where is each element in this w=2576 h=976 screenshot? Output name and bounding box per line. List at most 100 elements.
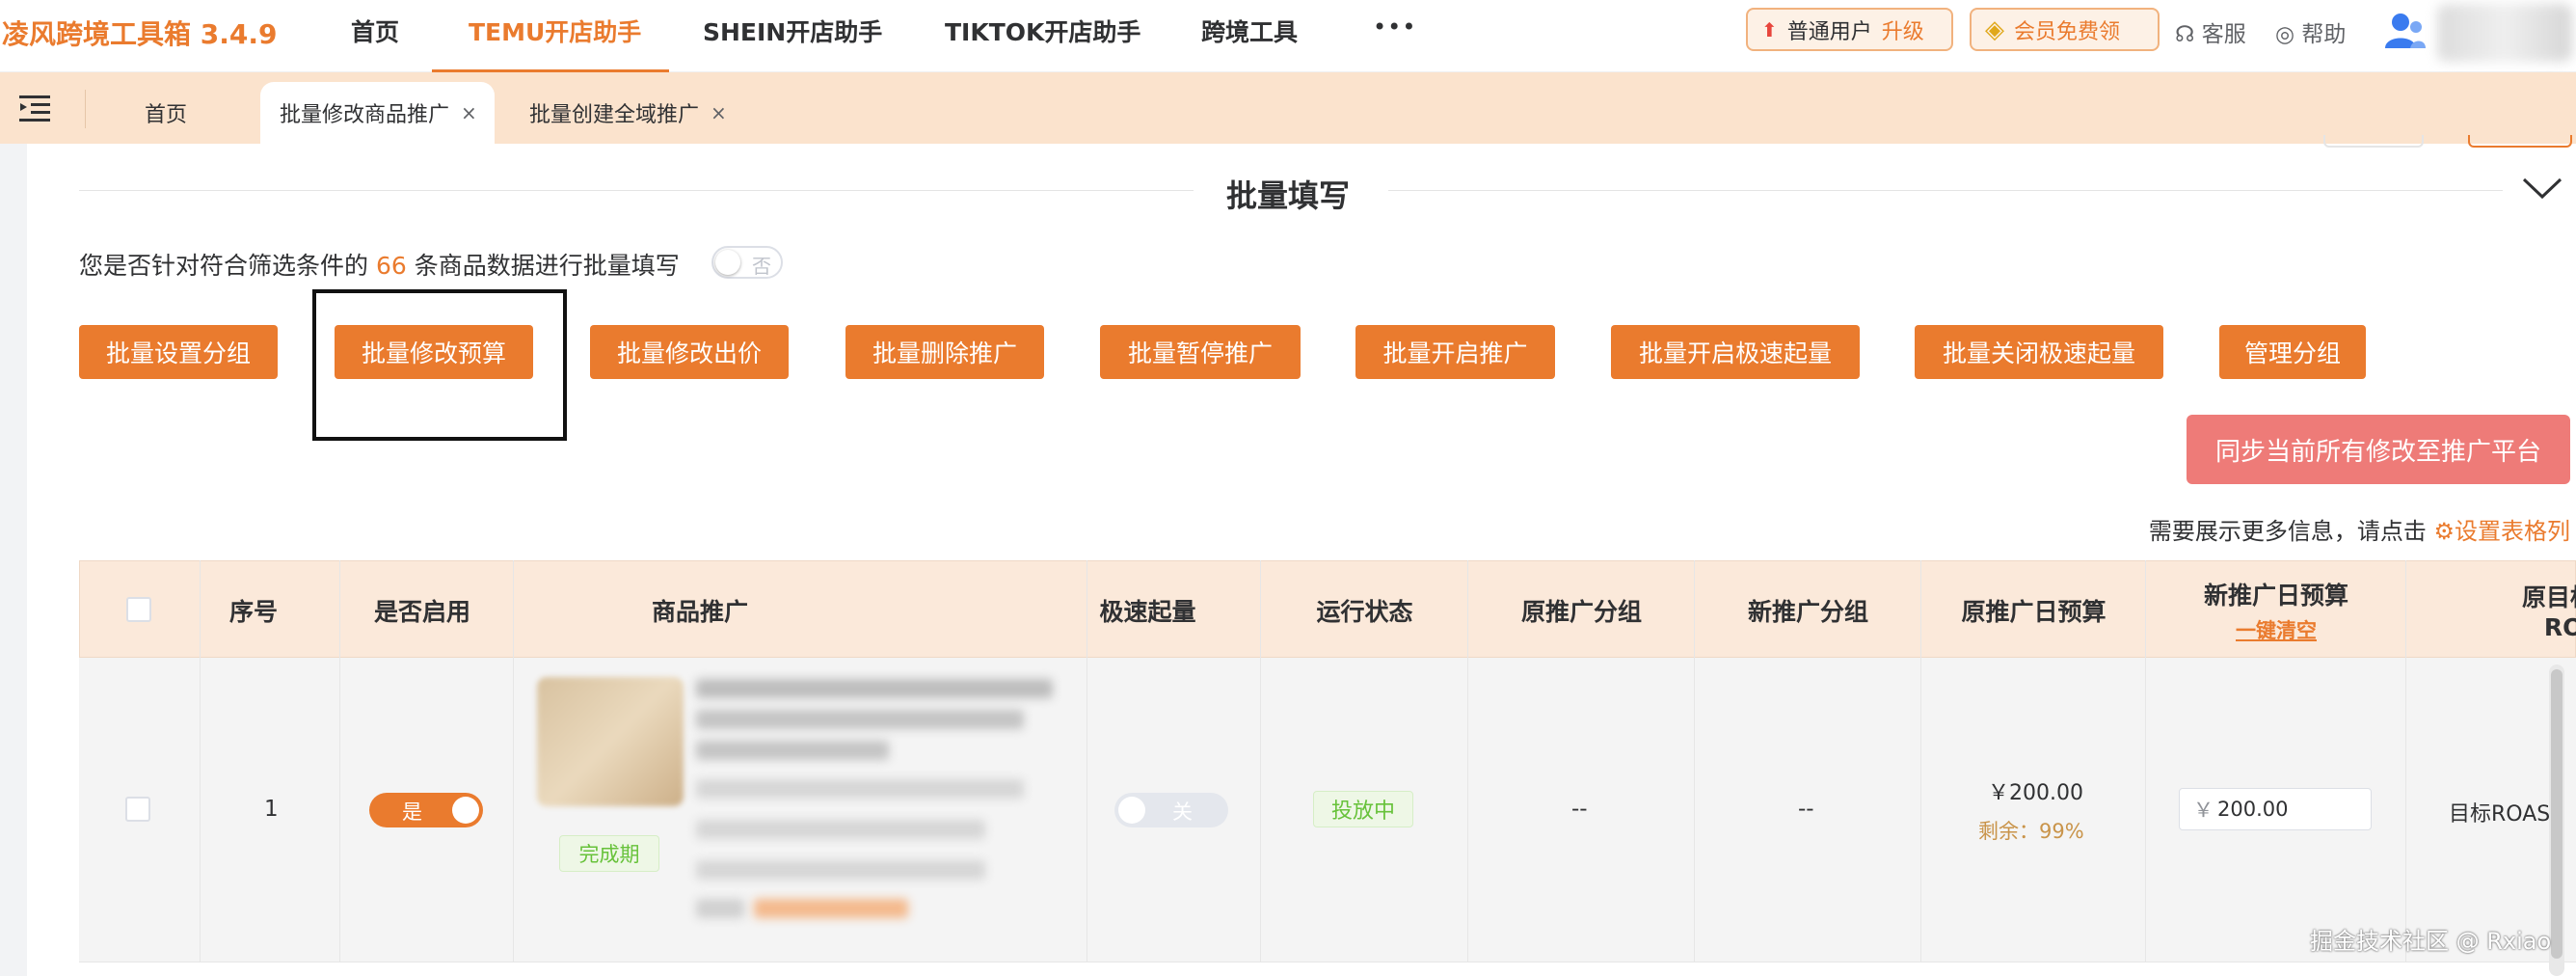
upload-icon: ⬆ bbox=[1761, 17, 1778, 41]
col-header-old-group: 原推广分组 bbox=[1520, 597, 1642, 626]
col-header-index: 序号 bbox=[228, 597, 278, 626]
batch-pause-promotion-button[interactable]: 批量暂停推广 bbox=[1100, 325, 1301, 379]
batch-disable-speed-button[interactable]: 批量关闭极速起量 bbox=[1915, 325, 2163, 379]
product-price-redacted bbox=[754, 899, 908, 918]
batch-enable-speed-button[interactable]: 批量开启极速起量 bbox=[1611, 325, 1860, 379]
nav-temu[interactable]: TEMU开店助手 bbox=[469, 14, 641, 48]
col-header-new-group: 新推广分组 bbox=[1747, 597, 1868, 626]
sync-to-platform-button[interactable]: 同步当前所有修改至推广平台 bbox=[2187, 415, 2570, 484]
product-meta-redacted bbox=[696, 899, 744, 918]
row-index: 1 bbox=[264, 797, 279, 822]
batch-start-promotion-button[interactable]: 批量开启推广 bbox=[1355, 325, 1555, 379]
tab-bar: 首页 批量修改商品推广 × 批量创建全域推广 × bbox=[0, 72, 2576, 144]
user-level-label: 普通用户 bbox=[1786, 19, 1872, 44]
help-link[interactable]: ◎ 帮助 bbox=[2275, 15, 2346, 48]
product-title-redacted bbox=[696, 710, 1024, 729]
chevron-down-icon[interactable] bbox=[2522, 174, 2563, 201]
question-suffix: 条商品数据进行批量填写 bbox=[414, 252, 680, 280]
select-all-checkbox[interactable] bbox=[126, 597, 151, 622]
currency-symbol: ￥ bbox=[2193, 799, 2214, 822]
product-image-blurred[interactable] bbox=[537, 677, 684, 806]
diamond-icon: ◈ bbox=[1985, 14, 2004, 44]
help-label: 帮助 bbox=[2301, 22, 2347, 47]
tab-batch-create-promotion[interactable]: 批量创建全域推广 × bbox=[529, 82, 727, 144]
col-header-speed: 极速起量 bbox=[1099, 597, 1196, 626]
batch-edit-bid-button[interactable]: 批量修改出价 bbox=[590, 325, 789, 379]
batch-question: 您是否针对符合筛选条件的 66 条商品数据进行批量填写 bbox=[79, 247, 680, 282]
upgrade-pill[interactable]: ⬆ 普通用户 升级 bbox=[1746, 8, 1953, 51]
close-icon[interactable]: × bbox=[711, 101, 727, 124]
question-prefix: 您是否针对符合筛选条件的 bbox=[79, 252, 369, 280]
user-avatar-icon[interactable] bbox=[2383, 10, 2426, 52]
column-divider bbox=[1694, 560, 1695, 962]
target-roas-header-line1: 原目标全 bbox=[2521, 583, 2576, 611]
vip-label: 会员免费领 bbox=[2014, 19, 2121, 44]
partial-primary-button[interactable] bbox=[2468, 135, 2572, 148]
tab-separator bbox=[85, 90, 86, 128]
row-checkbox[interactable] bbox=[125, 797, 150, 822]
nav-home[interactable]: 首页 bbox=[351, 14, 399, 48]
col-header-target-roas: 原目标全 ROAS bbox=[2437, 561, 2576, 659]
help-icon: ◎ bbox=[2275, 22, 2295, 47]
hint-link-label: 设置表格列 bbox=[2455, 518, 2570, 545]
column-divider bbox=[339, 560, 340, 962]
tab-batch-create-label: 批量创建全域推广 bbox=[529, 103, 700, 127]
headset-icon: ☊ bbox=[2175, 22, 2195, 47]
nav-shein[interactable]: SHEIN开店助手 bbox=[703, 14, 882, 48]
row-old-group: -- bbox=[1571, 797, 1588, 822]
enabled-toggle-label: 是 bbox=[402, 800, 422, 824]
upgrade-label: 升级 bbox=[1881, 19, 1924, 44]
partial-button[interactable] bbox=[2323, 135, 2424, 148]
row-old-budget: ￥200.00 bbox=[1988, 781, 2083, 805]
nav-crossborder-tools[interactable]: 跨境工具 bbox=[1201, 14, 1298, 48]
close-icon[interactable]: × bbox=[461, 101, 477, 124]
column-divider bbox=[513, 560, 514, 962]
promotion-table: 序号 是否启用 商品推广 极速起量 运行状态 原推广分组 新推广分组 原推广日预… bbox=[79, 560, 2576, 976]
column-divider bbox=[200, 560, 201, 962]
column-divider bbox=[1920, 560, 1921, 962]
new-budget-value: 200.00 bbox=[2217, 798, 2289, 821]
target-roas-header-line2: ROAS bbox=[2543, 613, 2576, 641]
product-meta-redacted bbox=[696, 820, 985, 839]
col-header-enabled: 是否启用 bbox=[373, 597, 470, 626]
col-header-status: 运行状态 bbox=[1316, 597, 1413, 626]
product-meta-redacted bbox=[696, 860, 985, 880]
nav-tiktok[interactable]: TIKTOK开店助手 bbox=[945, 14, 1140, 48]
row-speed-toggle[interactable]: 关 bbox=[1114, 793, 1228, 827]
new-budget-header-label: 新推广日预算 bbox=[2203, 581, 2348, 610]
product-stage-tag: 完成期 bbox=[559, 835, 659, 872]
row-new-group: -- bbox=[1798, 797, 1814, 822]
service-link[interactable]: ☊ 客服 bbox=[2175, 15, 2246, 48]
annotation-highlight-box bbox=[312, 289, 567, 441]
column-divider bbox=[1260, 560, 1261, 962]
batch-all-toggle[interactable]: 否 bbox=[711, 246, 783, 279]
table-header: 序号 是否启用 商品推广 极速起量 运行状态 原推广分组 新推广分组 原推广日预… bbox=[79, 560, 2576, 658]
service-label: 客服 bbox=[2201, 22, 2246, 47]
left-gutter bbox=[0, 144, 27, 976]
tab-batch-edit-label: 批量修改商品推广 bbox=[280, 103, 450, 127]
toggle-knob bbox=[452, 797, 479, 824]
nav-more-icon[interactable]: ••• bbox=[1373, 14, 1416, 41]
section-title: 批量填写 bbox=[1226, 177, 1351, 214]
row-budget-remaining: 剩余：99% bbox=[1978, 820, 2084, 843]
matching-count: 66 bbox=[375, 252, 407, 280]
batch-set-group-button[interactable]: 批量设置分组 bbox=[79, 325, 278, 379]
user-name-redacted bbox=[2437, 4, 2572, 62]
app-brand: 凌风跨境工具箱 3.4.9 bbox=[2, 18, 278, 50]
table-row: 1 是 完成期 关 投放中 -- -- ￥200.00 剩余：99% ￥ 200… bbox=[79, 658, 2576, 962]
batch-delete-promotion-button[interactable]: 批量删除推广 bbox=[845, 325, 1044, 379]
tab-batch-edit-promotion[interactable]: 批量修改商品推广 × bbox=[260, 82, 495, 144]
table-scrollbar-thumb[interactable] bbox=[2551, 669, 2563, 959]
menu-indent-icon[interactable] bbox=[19, 94, 50, 122]
row-enabled-toggle[interactable]: 是 bbox=[369, 793, 483, 827]
table-settings-hint: 需要展示更多信息，请点击 ⚙设置表格列 bbox=[2149, 512, 2570, 546]
manage-group-button[interactable]: 管理分组 bbox=[2219, 325, 2366, 379]
vip-pill[interactable]: ◈ 会员免费领 bbox=[1970, 8, 2160, 51]
new-budget-input[interactable]: ￥ 200.00 bbox=[2179, 788, 2372, 830]
tab-home[interactable]: 首页 bbox=[145, 82, 187, 144]
column-divider bbox=[2145, 560, 2146, 962]
toggle-knob bbox=[1118, 797, 1145, 824]
col-header-new-budget: 新推广日预算 一键清空 bbox=[2146, 561, 2406, 659]
table-column-settings-link[interactable]: ⚙设置表格列 bbox=[2433, 518, 2570, 545]
clear-all-link[interactable]: 一键清空 bbox=[2236, 615, 2317, 644]
